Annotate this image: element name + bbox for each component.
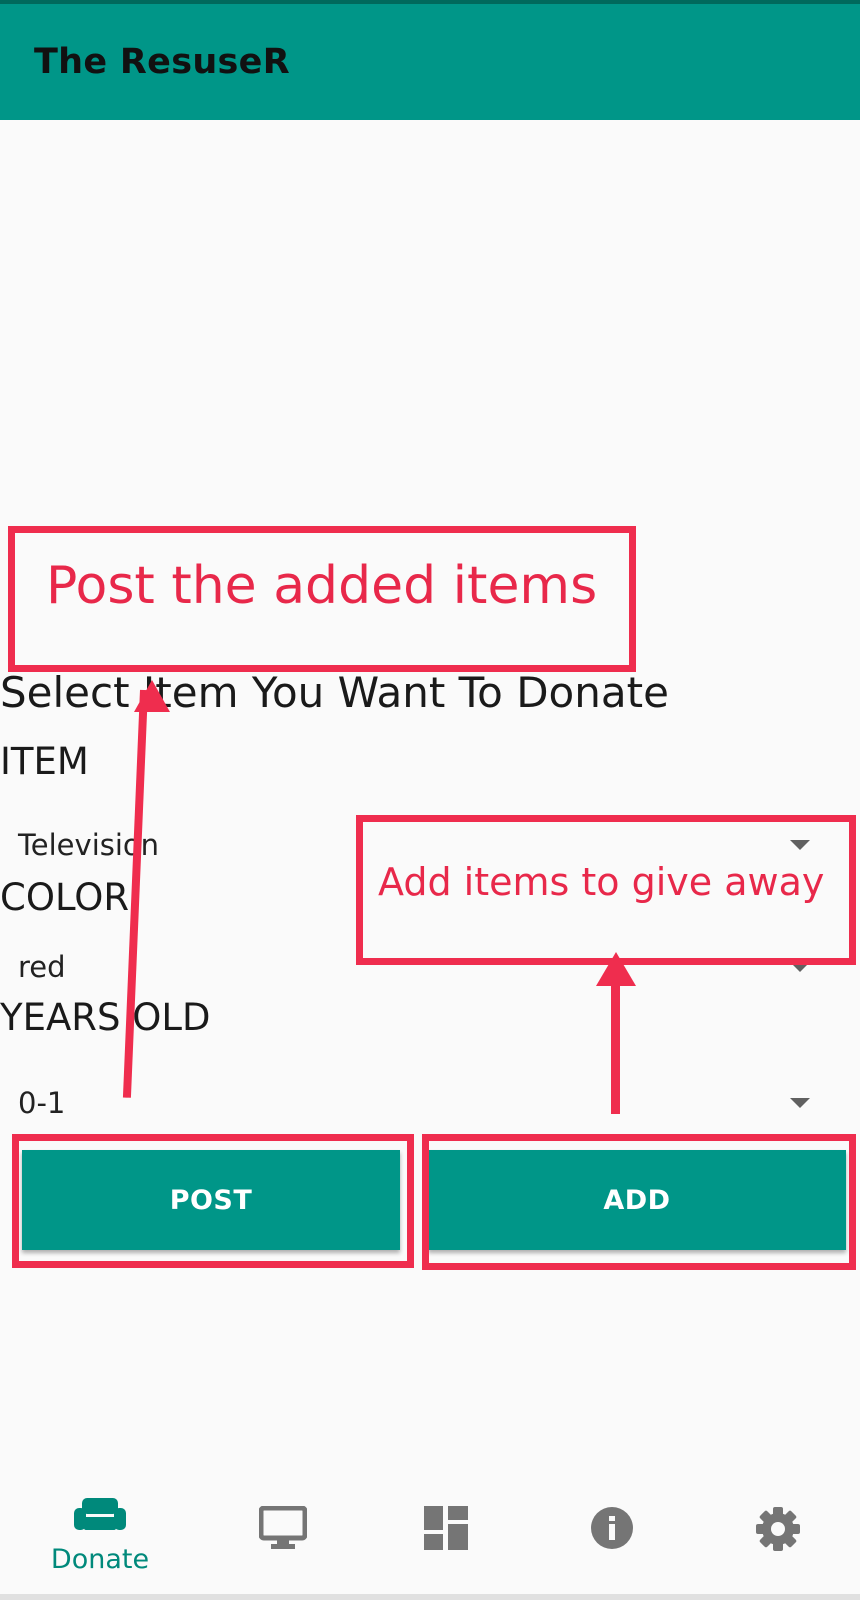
nav-item-settings[interactable] xyxy=(692,1468,860,1600)
nav-item-monitor[interactable] xyxy=(197,1468,369,1600)
sofa-icon xyxy=(74,1498,126,1530)
post-button-highlight xyxy=(12,1134,414,1268)
bottom-navigation: Donate xyxy=(0,1468,860,1600)
monitor-icon xyxy=(259,1506,307,1549)
add-button-highlight xyxy=(422,1134,856,1270)
add-note-text: Add items to give away xyxy=(378,860,825,904)
nav-label-donate: Donate xyxy=(50,1544,150,1575)
color-spinner-value: red xyxy=(18,950,66,984)
app-bar: The ResuseR xyxy=(0,4,860,120)
nav-item-donate[interactable]: Donate xyxy=(14,1468,186,1600)
post-note-arrowhead-icon xyxy=(134,680,170,712)
form-heading: Select Item You Want To Donate xyxy=(0,668,669,717)
dashboard-icon xyxy=(424,1506,468,1550)
post-note-text: Post the added items xyxy=(46,556,598,616)
info-icon xyxy=(591,1507,633,1549)
add-note-arrow-line xyxy=(611,980,620,1114)
years-old-spinner-value: 0-1 xyxy=(18,1086,66,1120)
years-old-label: YEARS OLD xyxy=(0,996,211,1039)
dropdown-arrow-icon xyxy=(790,1098,810,1108)
item-label: ITEM xyxy=(0,740,89,783)
color-label: COLOR xyxy=(0,876,130,919)
nav-item-dashboard[interactable] xyxy=(360,1468,532,1600)
system-bar-strip xyxy=(0,1594,860,1600)
gear-icon xyxy=(756,1507,800,1551)
nav-item-info[interactable] xyxy=(526,1468,698,1600)
app-title: The ResuseR xyxy=(34,42,290,82)
